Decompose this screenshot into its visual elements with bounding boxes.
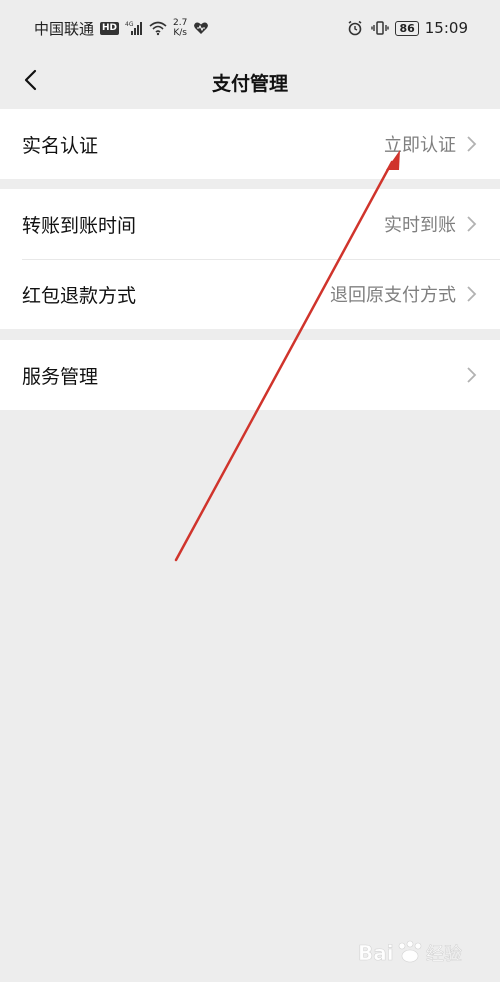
speed-unit: K/s [173, 28, 187, 38]
chevron-right-icon [466, 366, 478, 384]
status-right: 86 15:09 [347, 19, 468, 37]
row-right [466, 366, 478, 384]
row-transfer-arrival-time[interactable]: 转账到账时间 实时到账 [0, 189, 500, 259]
back-arrow-icon [23, 69, 37, 95]
network-type: 4G [125, 21, 134, 28]
clock-time: 15:09 [424, 19, 468, 37]
row-service-management[interactable]: 服务管理 [0, 340, 500, 410]
svg-text:Bai: Bai [358, 941, 394, 965]
row-right: 退回原支付方式 [330, 281, 478, 307]
status-bar: 中国联通 HD 4G 2.7 K/s 86 15:09 [0, 0, 500, 56]
baidu-jingyan-watermark-logo: Bai 经验 [358, 934, 478, 974]
row-red-packet-refund[interactable]: 红包退款方式 退回原支付方式 [0, 259, 500, 329]
carrier-name: 中国联通 [34, 19, 95, 38]
row-value: 退回原支付方式 [330, 285, 456, 306]
speed-value: 2.7 [173, 18, 188, 28]
row-value: 立即认证 [384, 135, 456, 156]
back-button[interactable] [12, 64, 48, 100]
status-left: 中国联通 HD 4G 2.7 K/s [34, 18, 211, 39]
row-right: 立即认证 [384, 131, 478, 157]
battery-indicator: 86 [395, 20, 419, 36]
row-label: 服务管理 [22, 365, 99, 388]
row-right: 实时到账 [384, 211, 478, 237]
alarm-clock-icon [347, 20, 365, 36]
row-label: 转账到账时间 [22, 214, 137, 237]
settings-group-services: 服务管理 [0, 340, 500, 410]
nav-bar: 支付管理 [0, 56, 500, 108]
svg-text:经验: 经验 [426, 944, 462, 965]
row-real-name-verification[interactable]: 实名认证 立即认证 [0, 109, 500, 179]
vibrate-icon [371, 20, 390, 36]
row-value: 实时到账 [384, 215, 456, 236]
heart-icon [193, 20, 211, 36]
page-title: 支付管理 [211, 72, 288, 95]
row-label: 实名认证 [22, 134, 99, 157]
cellular-signal-icon: 4G [125, 20, 143, 36]
screen: 中国联通 HD 4G 2.7 K/s 86 15:09 支付管理 实名认证 立即… [0, 0, 500, 982]
chevron-right-icon [466, 285, 478, 303]
hd-badge: HD [100, 21, 120, 35]
settings-group-verification: 实名认证 立即认证 [0, 109, 500, 179]
settings-group-transfer: 转账到账时间 实时到账 红包退款方式 退回原支付方式 [0, 189, 500, 329]
chevron-right-icon [466, 215, 478, 233]
network-speed: 2.7 K/s [173, 18, 187, 38]
wifi-icon [149, 20, 167, 36]
row-label: 红包退款方式 [22, 284, 137, 307]
chevron-right-icon [466, 135, 478, 153]
